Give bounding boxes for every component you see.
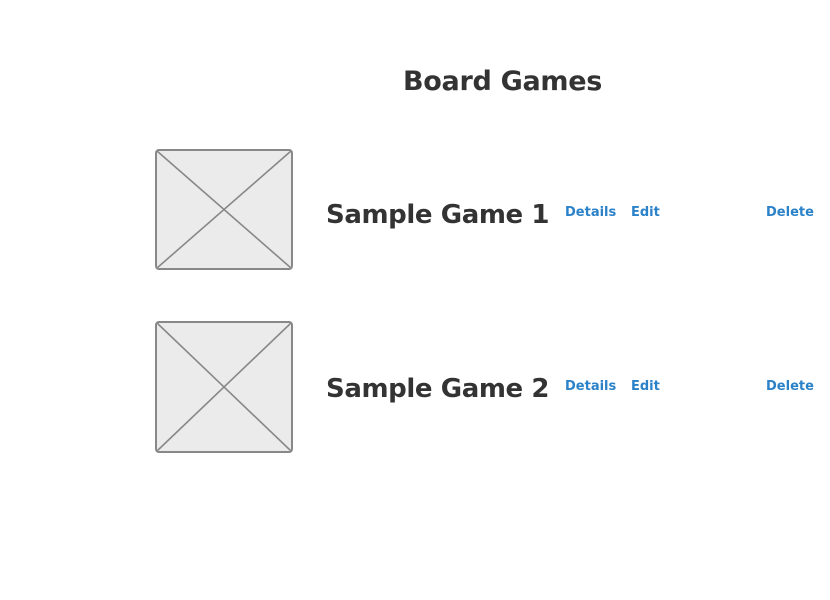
delete-link[interactable]: Delete <box>766 378 814 396</box>
page-title: Board Games <box>403 66 602 97</box>
details-link[interactable]: Details <box>565 204 616 222</box>
image-placeholder-icon <box>155 149 293 270</box>
delete-link[interactable]: Delete <box>766 204 814 222</box>
edit-link[interactable]: Edit <box>631 378 660 396</box>
game-title: Sample Game 2 <box>326 374 550 404</box>
game-title: Sample Game 1 <box>326 200 550 230</box>
game-list-item: Sample Game 2 Details Edit Delete <box>0 320 830 454</box>
game-list-item: Sample Game 1 Details Edit Delete <box>0 148 830 282</box>
image-placeholder-icon <box>155 321 293 453</box>
game-thumbnail <box>155 321 293 453</box>
details-link[interactable]: Details <box>565 378 616 396</box>
game-thumbnail <box>155 149 293 270</box>
edit-link[interactable]: Edit <box>631 204 660 222</box>
